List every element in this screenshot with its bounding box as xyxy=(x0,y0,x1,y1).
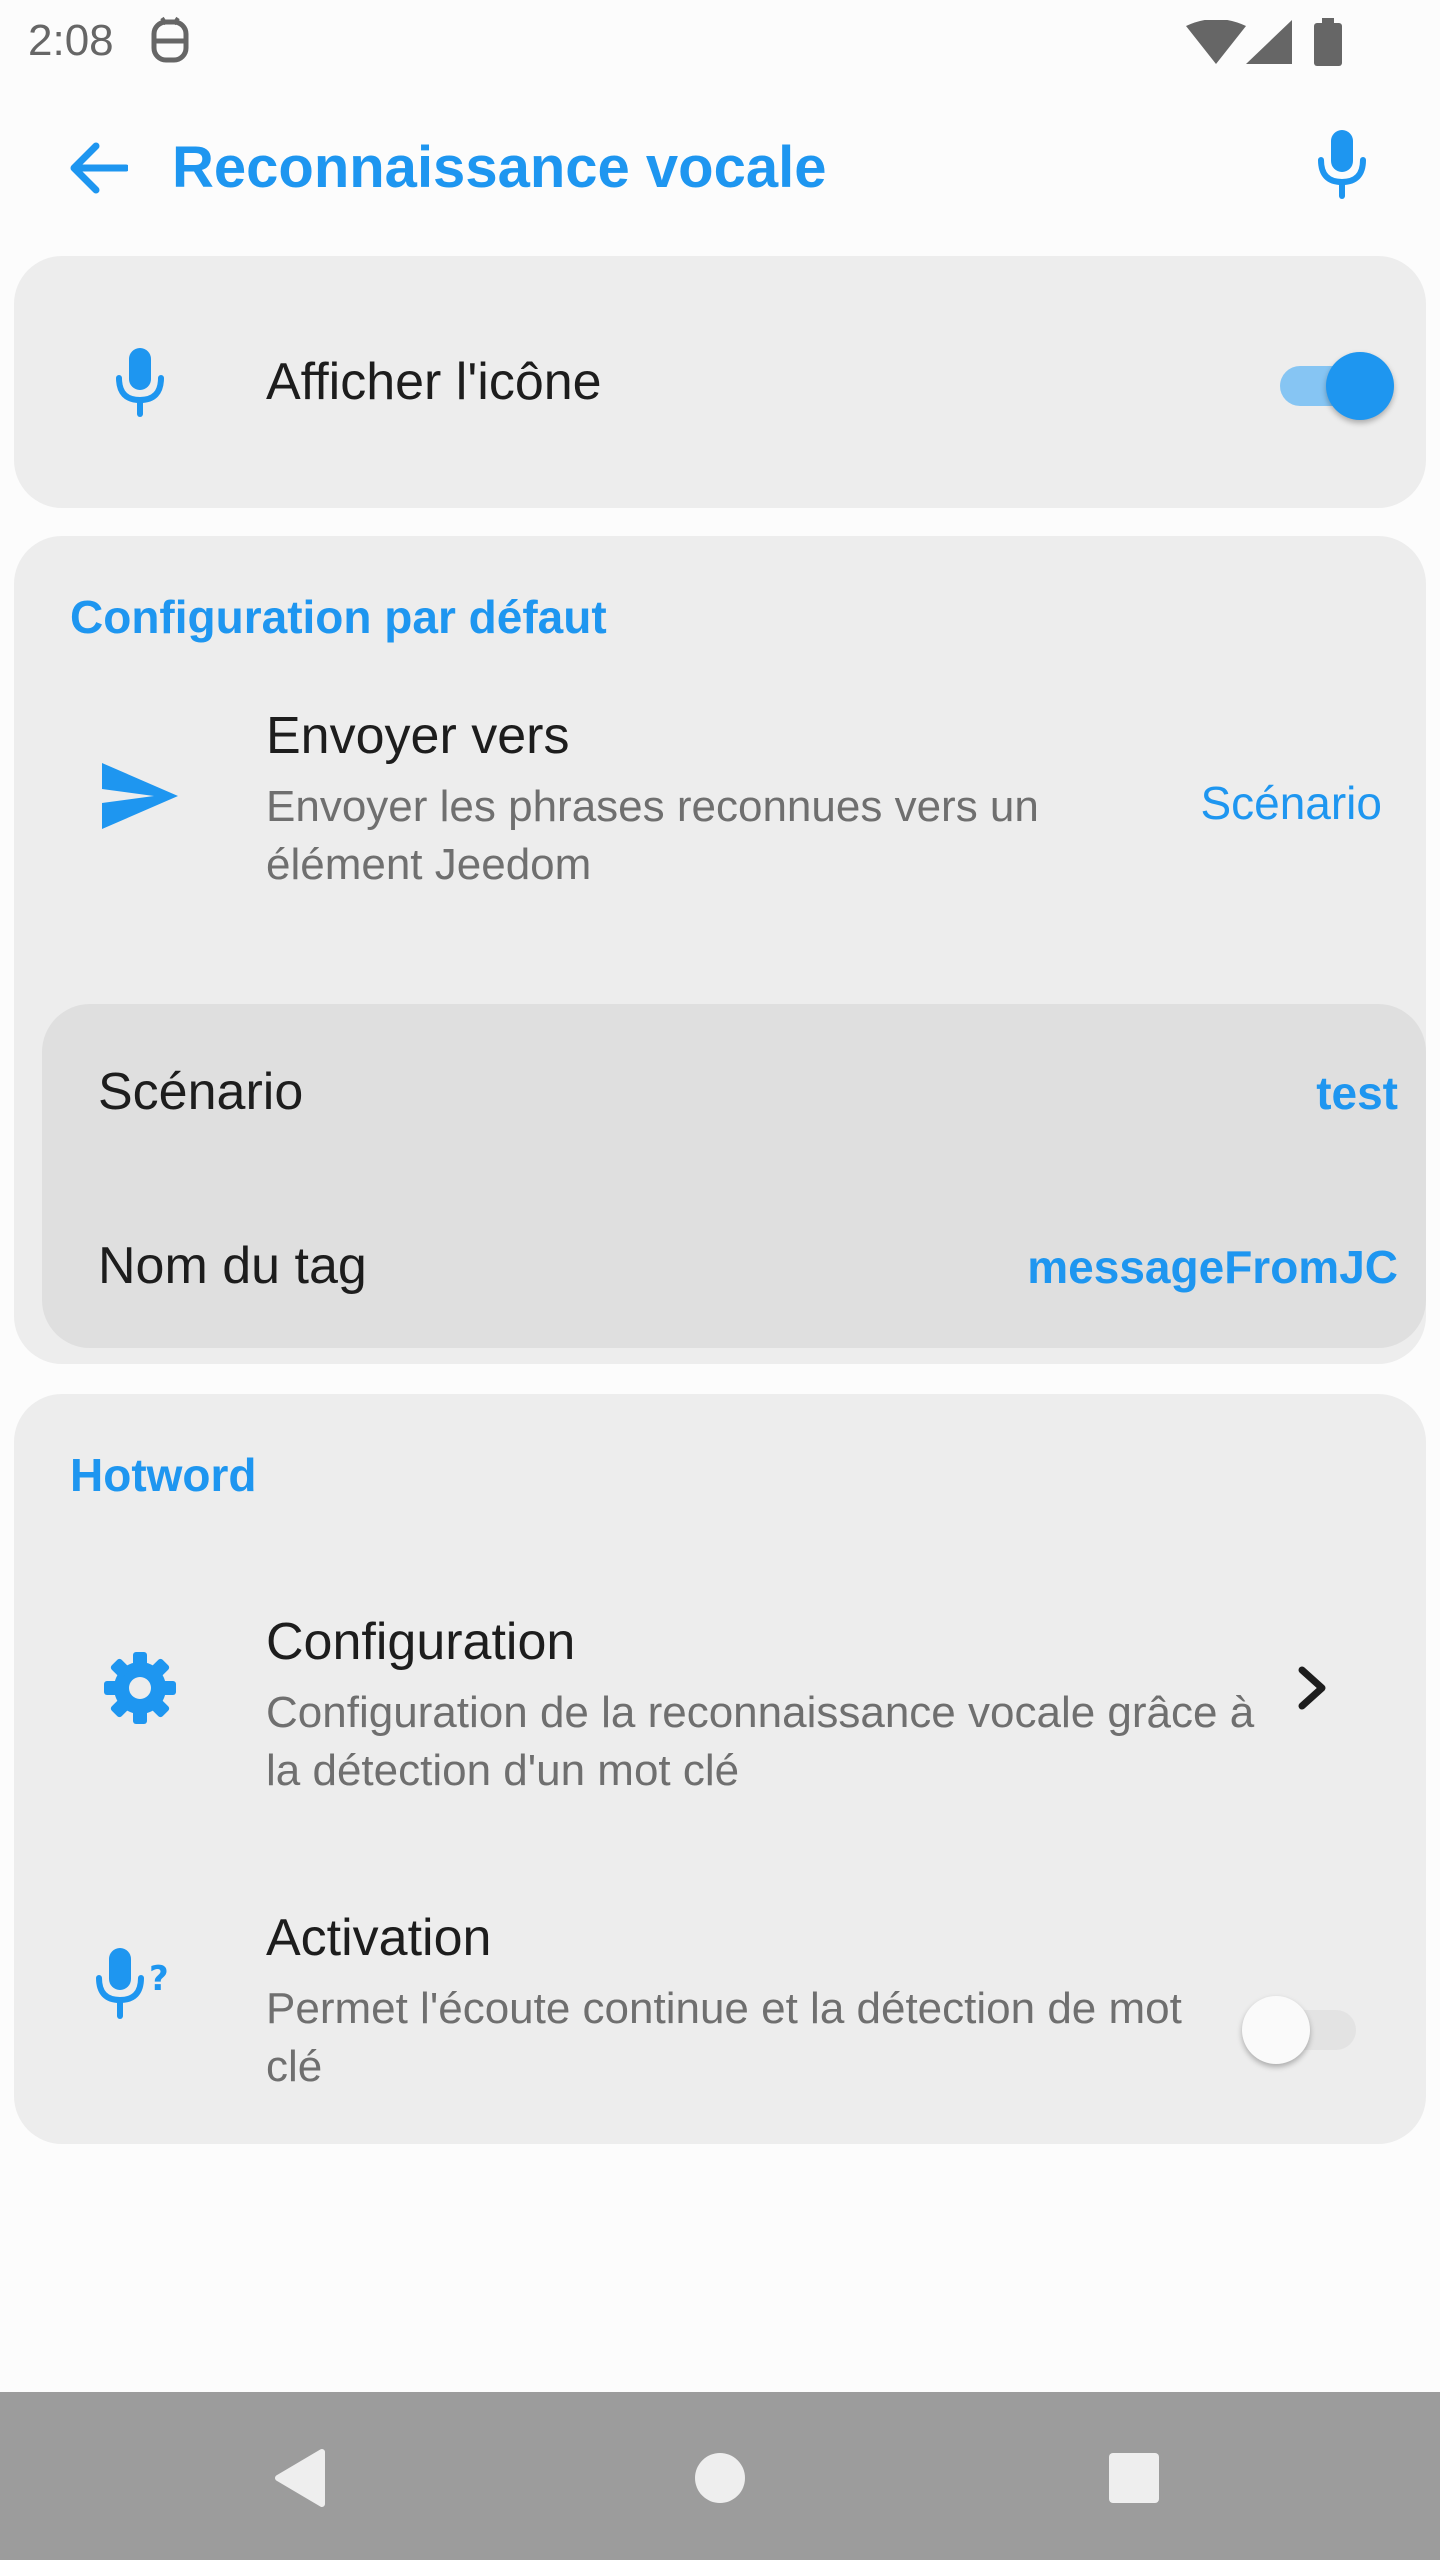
app-bar: Reconnaissance vocale xyxy=(0,100,1440,230)
hotword-activation-summary: Permet l'écoute continue et la détection… xyxy=(266,1984,1182,2091)
navigation-bar xyxy=(0,2392,1440,2560)
scenario-settings-group: Scénario test Nom du tag messageFromJC xyxy=(42,1004,1426,1348)
status-time: 2:08 xyxy=(28,16,114,65)
send-icon xyxy=(92,748,188,844)
microphone-icon xyxy=(1316,128,1368,200)
voice-input-button[interactable] xyxy=(1300,122,1384,206)
show-icon-row[interactable]: Afficher l'icône xyxy=(14,256,1426,508)
hotword-configuration-title: Configuration xyxy=(266,1613,576,1671)
send-to-title: Envoyer vers xyxy=(266,707,570,765)
page-title: Reconnaissance vocale xyxy=(172,135,827,200)
send-to-row[interactable]: Envoyer vers Envoyer les phrases reconnu… xyxy=(14,706,1426,956)
nav-recents-button[interactable] xyxy=(1084,2428,1184,2528)
toggle-thumb xyxy=(1242,1996,1310,2064)
back-triangle-icon xyxy=(272,2448,328,2508)
status-bar: 2:08 xyxy=(0,0,1440,84)
send-to-summary: Envoyer les phrases reconnues vers un él… xyxy=(266,782,1039,889)
hotword-configuration-row[interactable]: Configuration Configuration de la reconn… xyxy=(14,1612,1426,1812)
svg-text:?: ? xyxy=(149,1959,169,1999)
recents-square-icon xyxy=(1107,2451,1161,2505)
default-config-card: Configuration par défaut Envoyer vers En… xyxy=(14,536,1426,1364)
send-to-value: Scénario xyxy=(1200,777,1382,829)
nav-back-button[interactable] xyxy=(250,2428,350,2528)
tag-name-label: Nom du tag xyxy=(98,1237,367,1295)
tag-name-row[interactable]: Nom du tag messageFromJC xyxy=(42,1176,1426,1348)
notification-icon xyxy=(148,16,192,64)
signal-icon xyxy=(1246,20,1292,64)
toggle-thumb xyxy=(1326,352,1394,420)
battery-icon xyxy=(1314,18,1342,66)
show-icon-label: Afficher l'icône xyxy=(266,353,602,411)
show-icon-toggle[interactable] xyxy=(1270,344,1394,420)
mic-question-icon: ? xyxy=(92,1936,202,2032)
tag-name-value: messageFromJC xyxy=(1027,1241,1398,1293)
hotword-activation-row[interactable]: ? Activation Permet l'écoute continue et… xyxy=(14,1908,1426,2108)
scenario-row[interactable]: Scénario test xyxy=(42,1004,1426,1176)
hotword-configuration-summary: Configuration de la reconnaissance vocal… xyxy=(266,1688,1255,1795)
nav-home-button[interactable] xyxy=(670,2428,770,2528)
home-circle-icon xyxy=(693,2451,747,2505)
scenario-value: test xyxy=(1316,1067,1398,1119)
hotword-activation-title: Activation xyxy=(266,1909,492,1967)
microphone-icon xyxy=(92,334,188,430)
chevron-right-icon xyxy=(1272,1640,1352,1736)
hotword-activation-toggle[interactable] xyxy=(1242,1988,1366,2064)
section-title-hotword: Hotword xyxy=(70,1449,257,1501)
gear-icon xyxy=(92,1640,188,1736)
wifi-icon xyxy=(1186,20,1246,64)
back-button[interactable] xyxy=(60,130,136,206)
scenario-label: Scénario xyxy=(98,1063,304,1121)
hotword-card: Hotword Configuration Configuration de l… xyxy=(14,1394,1426,2144)
arrow-back-icon xyxy=(68,142,128,194)
section-title-default-config: Configuration par défaut xyxy=(70,591,607,643)
